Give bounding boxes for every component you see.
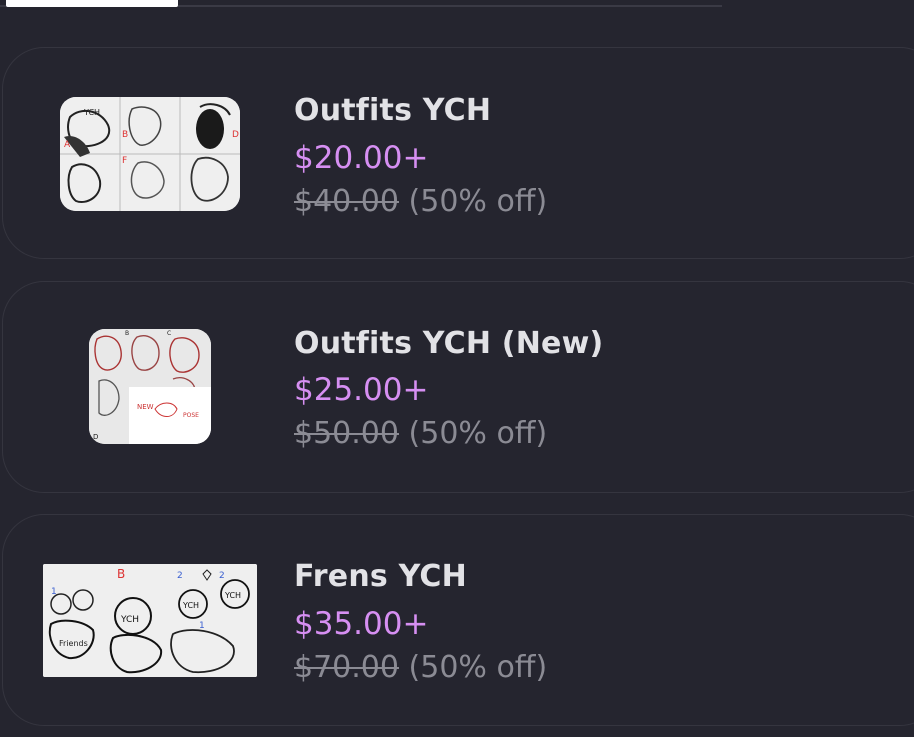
original-price: $40.00 [294,184,399,219]
product-price: $25.00+ [294,372,429,408]
sketch-sheet-image: NEW POSE D B C [89,329,211,444]
svg-text:B: B [117,567,125,581]
product-title[interactable]: Outfits YCH [294,93,491,128]
tab-active-indicator[interactable] [6,0,178,7]
svg-text:POSE: POSE [183,412,199,419]
svg-text:YCH: YCH [83,108,100,117]
svg-text:NEW: NEW [137,403,154,411]
svg-text:B: B [122,130,128,140]
sketch-sheet-image: A B D F YCH [60,97,240,211]
product-thumbnail[interactable]: NEW POSE D B C [89,329,211,444]
product-thumbnail[interactable]: A B D F YCH [60,97,240,211]
product-original-price-line: $40.00 (50% off) [294,184,547,219]
svg-text:1: 1 [51,587,57,597]
product-title[interactable]: Outfits YCH (New) [294,326,603,361]
original-price: $70.00 [294,650,399,685]
svg-text:2: 2 [219,571,225,581]
svg-text:D: D [232,130,239,140]
discount-label: (50% off) [408,184,548,219]
svg-text:1: 1 [199,621,205,631]
svg-text:D: D [93,433,98,441]
svg-text:YCH: YCH [224,591,241,600]
product-original-price-line: $50.00 (50% off) [294,416,547,451]
product-price: $20.00+ [294,140,429,176]
svg-text:F: F [122,156,127,166]
original-price: $50.00 [294,416,399,451]
product-title[interactable]: Frens YCH [294,559,467,594]
svg-text:A: A [64,140,71,150]
svg-text:Friends: Friends [59,639,88,648]
product-price: $35.00+ [294,606,429,642]
discount-label: (50% off) [408,650,548,685]
svg-text:YCH: YCH [182,601,199,610]
sketch-sheet-image: Friends YCH YCH YCH B 1 2 2 1 [43,564,257,677]
svg-text:2: 2 [177,571,183,581]
svg-text:YCH: YCH [120,615,139,625]
svg-text:C: C [167,330,171,337]
product-original-price-line: $70.00 (50% off) [294,650,547,685]
product-thumbnail[interactable]: Friends YCH YCH YCH B 1 2 2 1 [43,564,257,677]
discount-label: (50% off) [408,416,548,451]
svg-text:B: B [125,330,129,337]
